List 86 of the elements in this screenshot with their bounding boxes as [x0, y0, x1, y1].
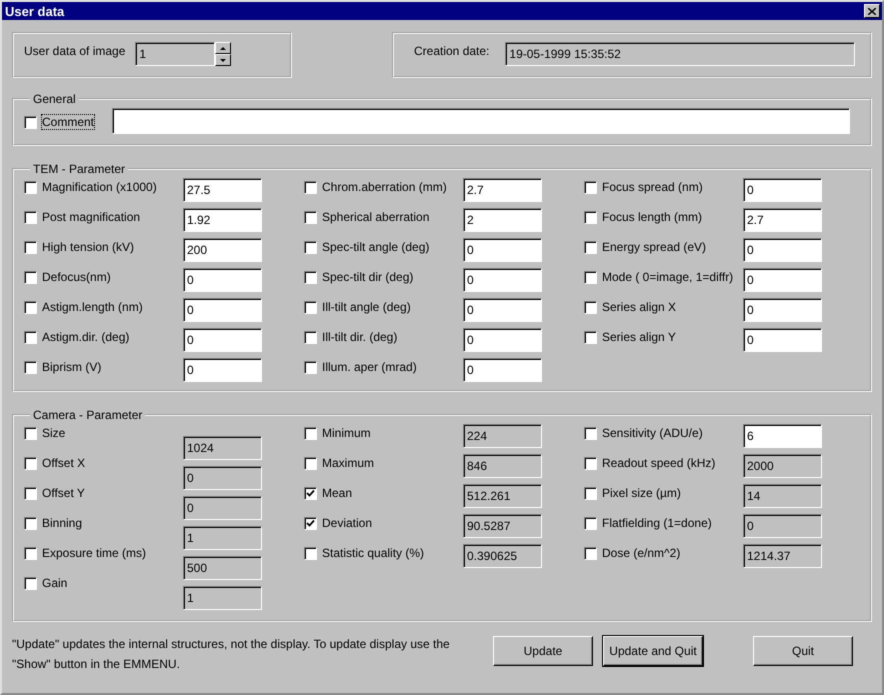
group-title: General: [32, 92, 77, 106]
help-text: "Update" updates the internal structures, not the display. To update display use the "Show" button in the EMMENU.: [12, 636, 451, 673]
checkbox-label[interactable]: Spec-tilt dir (deg): [322, 270, 414, 284]
checkbox[interactable]: [304, 210, 317, 224]
value-field[interactable]: 6: [743, 424, 822, 448]
checkbox[interactable]: [304, 300, 317, 314]
value-field[interactable]: 0: [743, 268, 822, 292]
value-field[interactable]: 1.92: [183, 208, 262, 232]
comment-field[interactable]: [112, 108, 850, 134]
checkbox[interactable]: [24, 210, 37, 224]
number-field[interactable]: 1: [135, 42, 216, 66]
field-label: Creation date:: [414, 43, 490, 58]
checkbox[interactable]: [584, 426, 597, 440]
checkbox[interactable]: [584, 180, 597, 194]
value-field[interactable]: 0: [463, 238, 542, 262]
field-label: User data of image: [24, 43, 126, 58]
value-field[interactable]: 0: [183, 298, 262, 322]
checkbox-label[interactable]: Astigm.length (nm): [42, 300, 143, 314]
value-field[interactable]: 27.5: [183, 178, 262, 202]
checkbox-label[interactable]: Energy spread (eV): [602, 240, 706, 254]
checkbox-label[interactable]: Focus length (mm): [602, 210, 702, 224]
checkbox[interactable]: [24, 330, 37, 344]
checkbox[interactable]: [304, 270, 317, 284]
group-title: Camera - Parameter: [32, 408, 144, 422]
value-field[interactable]: 2.7: [463, 178, 542, 202]
checkbox-label[interactable]: Focus spread (nm): [602, 180, 703, 194]
checkbox[interactable]: [24, 116, 37, 128]
checkbox[interactable]: [24, 300, 37, 314]
date-field[interactable]: 19-05-1999 15:35:52: [505, 42, 856, 66]
checkbox-label[interactable]: Magnification (x1000): [42, 180, 157, 194]
checkbox-label[interactable]: Astigm.dir. (deg): [42, 330, 130, 344]
checkbox-label[interactable]: Series align Y: [602, 330, 676, 344]
checkbox-label[interactable]: Comment: [42, 115, 94, 129]
value-field[interactable]: 0: [743, 298, 822, 322]
checkbox-label[interactable]: Sensitivity (ADU/e): [602, 426, 703, 440]
value-field[interactable]: 0: [183, 328, 262, 352]
value-field[interactable]: 0: [463, 358, 542, 382]
checkbox-label[interactable]: Mode ( 0=image, 1=diffr): [602, 270, 734, 284]
checkbox-label[interactable]: High tension (kV): [42, 240, 134, 254]
checkbox-label[interactable]: Chrom.aberration (mm): [322, 180, 447, 194]
value-field[interactable]: 0: [463, 298, 542, 322]
value-field[interactable]: 0: [743, 328, 822, 352]
up-arrow-icon: [220, 46, 226, 50]
value-field[interactable]: 200: [183, 238, 262, 262]
checkbox[interactable]: [584, 330, 597, 344]
value-field[interactable]: 2: [463, 208, 542, 232]
checkbox[interactable]: [304, 330, 317, 344]
checkbox-label[interactable]: Spherical aberration: [322, 210, 430, 224]
group-title: TEM - Parameter: [32, 162, 126, 176]
checkbox[interactable]: [24, 180, 37, 194]
dialog-button[interactable]: Quit: [753, 636, 853, 666]
value-field[interactable]: 0: [183, 268, 262, 292]
checkbox-label[interactable]: Post magnification: [42, 210, 140, 224]
checkbox[interactable]: [304, 360, 317, 374]
checkbox[interactable]: [584, 240, 597, 254]
dialog-button[interactable]: Update and Quit: [603, 636, 703, 666]
checkbox-label[interactable]: Spec-tilt angle (deg): [322, 240, 430, 254]
checkbox-label[interactable]: Illum. aper (mrad): [322, 360, 417, 374]
value-field[interactable]: 0: [463, 328, 542, 352]
checkbox[interactable]: [24, 270, 37, 284]
checkbox[interactable]: [304, 240, 317, 254]
checkbox[interactable]: [24, 240, 37, 254]
checkbox-label[interactable]: Series align X: [602, 300, 676, 314]
checkbox-label[interactable]: Ill-tilt angle (deg): [322, 300, 411, 314]
checkbox[interactable]: [24, 360, 37, 374]
close-icon: [868, 8, 876, 14]
check-icon: [306, 518, 315, 528]
checkbox[interactable]: [304, 180, 317, 194]
checkbox-label[interactable]: Biprism (V): [42, 360, 102, 374]
checkbox-label[interactable]: Ill-tilt dir. (deg): [322, 330, 398, 344]
check-icon: [306, 488, 315, 498]
dialog-button[interactable]: Update: [493, 636, 593, 666]
value-field[interactable]: 0: [743, 178, 822, 202]
checkbox[interactable]: [584, 270, 597, 284]
value-field[interactable]: 2.7: [743, 208, 822, 232]
checkbox-label[interactable]: Defocus(nm): [42, 270, 111, 284]
down-arrow-icon: [220, 58, 226, 62]
window-title: User data: [5, 4, 64, 18]
value-field[interactable]: 0: [463, 268, 542, 292]
spin-up-button[interactable]: [215, 42, 232, 54]
close-button[interactable]: [864, 4, 880, 18]
value-field[interactable]: 0: [183, 358, 262, 382]
spin-down-button[interactable]: [215, 54, 232, 66]
value-field[interactable]: 0: [743, 238, 822, 262]
checkbox[interactable]: [584, 300, 597, 314]
checkbox[interactable]: [584, 210, 597, 224]
